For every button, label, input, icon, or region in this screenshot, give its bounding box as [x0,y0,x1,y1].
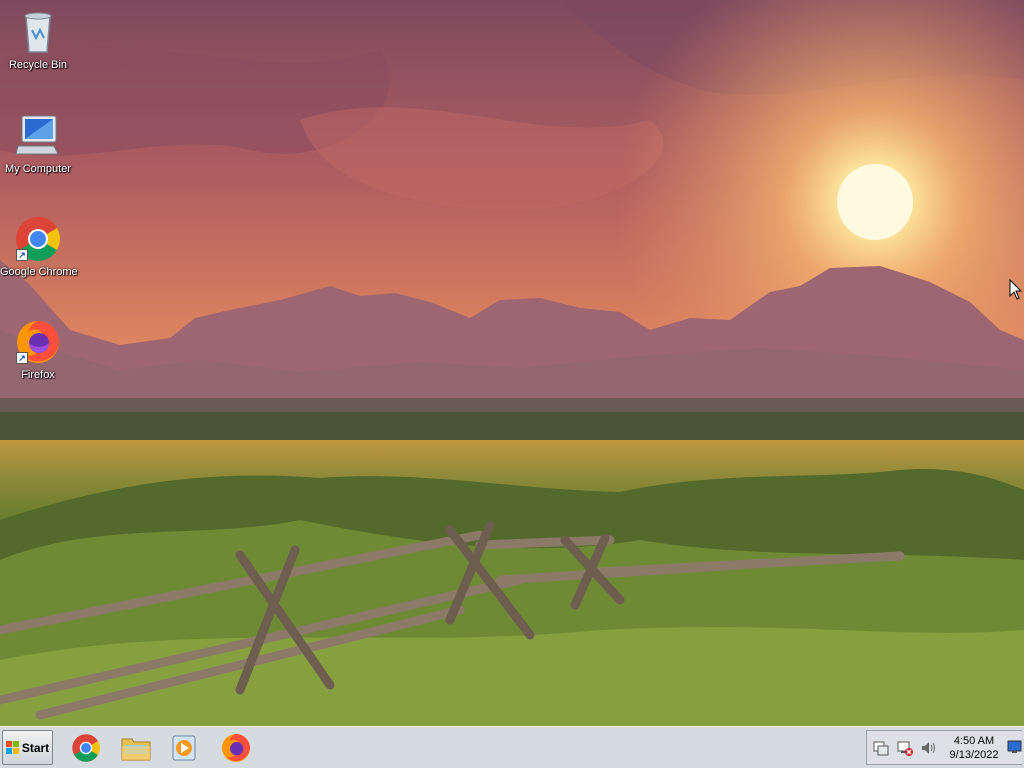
mouse-cursor-icon [1009,279,1023,300]
chrome-icon [72,734,100,762]
system-tray: 4:50 AM 9/13/2022 [866,730,1022,765]
recycle-bin-icon [14,8,62,56]
media-player-icon [172,735,196,761]
clock-time: 4:50 AM [953,735,995,747]
windows-logo-icon [5,740,20,755]
taskbar: Start 4:50 AM 9/13/2022 [0,726,1024,768]
desktop-icon-my-computer[interactable]: My Computer [0,112,76,176]
network-disconnected-icon[interactable] [896,739,914,757]
wallpaper-image [0,0,1024,726]
taskbar-file-explorer-button[interactable] [118,731,154,765]
taskbar-media-player-button[interactable] [166,731,202,765]
computer-icon [14,112,62,160]
file-explorer-icon [121,738,151,761]
desktop-icon-firefox[interactable]: ↗ Firefox [0,318,76,382]
volume-icon[interactable] [920,739,938,757]
shortcut-arrow-icon: ↗ [16,249,28,261]
show-desktop-icon [1007,740,1022,753]
taskbar-firefox-button[interactable] [218,731,254,765]
firefox-icon [222,734,250,762]
desktop-icon-label: Firefox [21,369,55,381]
start-label: Start [21,740,50,755]
action-center-icon[interactable] [872,739,890,757]
tray-clock[interactable]: 4:50 AM 9/13/2022 [943,734,1005,762]
desktop-icon-label: Recycle Bin [8,59,68,71]
desktop-icon-recycle-bin[interactable]: Recycle Bin [0,8,76,72]
desktop-icon-google-chrome[interactable]: ↗ Google Chrome [0,215,78,279]
desktop: Recycle Bin My Computer ↗ Google Chrome … [0,0,1024,726]
show-desktop-button[interactable] [1007,740,1022,754]
chrome-icon: ↗ [14,215,62,263]
desktop-icon-label: Google Chrome [0,266,78,278]
shortcut-arrow-icon: ↗ [16,352,28,364]
clock-date: 9/13/2022 [949,749,999,761]
desktop-icon-label: My Computer [4,163,72,175]
firefox-icon: ↗ [14,318,62,366]
taskbar-chrome-button[interactable] [68,731,104,765]
start-button[interactable]: Start [2,730,53,765]
